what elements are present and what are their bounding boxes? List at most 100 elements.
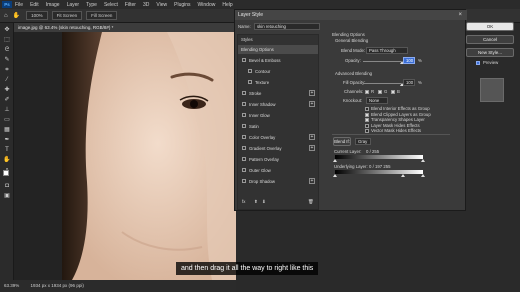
new-style-button[interactable]: New Style... xyxy=(466,48,514,57)
blend-mode-label: Blend Mode: xyxy=(341,48,366,53)
style-checkbox[interactable] xyxy=(242,146,246,150)
style-item-outer-glow[interactable]: Outer Glow xyxy=(238,166,318,175)
ok-button[interactable]: OK xyxy=(466,22,514,31)
add-style-icon[interactable]: + xyxy=(309,145,315,151)
add-style-icon[interactable]: + xyxy=(309,178,315,184)
style-item-inner-glow[interactable]: Inner Glow xyxy=(238,111,318,120)
style-checkbox[interactable] xyxy=(248,69,252,73)
styles-list: Styles Blending Options Bevel & Emboss Con… xyxy=(237,34,319,210)
type-tool-icon[interactable]: T xyxy=(3,147,11,153)
foreground-color-swatch[interactable] xyxy=(3,170,9,176)
fill-screen-button[interactable]: Fill Screen xyxy=(86,11,118,20)
add-style-icon[interactable]: + xyxy=(309,101,315,107)
menu-item-edit[interactable]: Edit xyxy=(30,2,39,8)
quick-mask-icon[interactable]: ◘ xyxy=(3,183,11,189)
current-layer-gradient xyxy=(335,155,423,159)
blend-option-checkbox[interactable] xyxy=(365,129,369,133)
style-item-texture[interactable]: Texture xyxy=(238,78,318,87)
knockout-select[interactable]: None xyxy=(366,97,388,104)
style-checkbox[interactable] xyxy=(242,113,246,117)
close-icon[interactable]: × xyxy=(458,10,462,20)
style-item-satin[interactable]: Satin xyxy=(238,122,318,131)
eraser-tool-icon[interactable]: ▭ xyxy=(3,117,11,123)
style-checkbox[interactable] xyxy=(242,102,246,106)
opacity-input[interactable]: 100 xyxy=(403,57,415,64)
style-item-gradient-overlay[interactable]: Gradient Overlay + xyxy=(238,144,318,153)
underlying-layer-white-slider[interactable] xyxy=(421,174,425,177)
screen-mode-icon[interactable]: ▣ xyxy=(3,193,11,199)
opacity-slider-track[interactable] xyxy=(363,61,401,62)
blend-option-checkbox[interactable] xyxy=(365,112,369,117)
menu-item-plugins[interactable]: Plugins xyxy=(174,2,190,8)
blend-mode-select[interactable]: Pass Through xyxy=(366,47,408,54)
menu-item-layer[interactable]: Layer xyxy=(67,2,80,8)
blend-option-checkbox[interactable] xyxy=(365,107,369,111)
channel-b-checkbox[interactable] xyxy=(391,90,395,94)
style-checkbox[interactable] xyxy=(242,91,246,95)
menu-item-file[interactable]: File xyxy=(15,2,23,8)
gradient-tool-icon[interactable]: ▦ xyxy=(3,127,11,133)
menu-item-select[interactable]: Select xyxy=(104,2,118,8)
pen-tool-icon[interactable]: ✒ xyxy=(3,137,11,143)
channel-r-checkbox[interactable] xyxy=(365,90,369,94)
current-layer-white-slider[interactable] xyxy=(421,159,425,162)
healing-brush-icon[interactable]: ✚ xyxy=(3,87,11,93)
menu-item-view[interactable]: View xyxy=(156,2,167,8)
current-layer-black-slider[interactable] xyxy=(333,159,337,162)
menu-item-type[interactable]: Type xyxy=(86,2,97,8)
blend-option-checkbox[interactable] xyxy=(365,118,369,122)
style-item-bevel-emboss[interactable]: Bevel & Emboss xyxy=(238,56,318,65)
menu-item-help[interactable]: Help xyxy=(222,2,232,8)
crop-tool-icon[interactable]: ⌗ xyxy=(3,67,11,73)
channel-g-checkbox[interactable] xyxy=(378,90,382,94)
fill-opacity-input[interactable]: 100 xyxy=(403,79,415,86)
fit-screen-button[interactable]: Fit Screen xyxy=(51,11,83,20)
down-arrow-icon[interactable]: ⬇ xyxy=(262,199,266,205)
style-checkbox[interactable] xyxy=(242,168,246,172)
style-checkbox[interactable] xyxy=(242,179,246,183)
style-label: Blending Options xyxy=(241,47,274,52)
style-item-contour[interactable]: Contour xyxy=(238,67,318,76)
lasso-tool-icon[interactable]: ᘓ xyxy=(3,47,11,53)
style-item-drop-shadow[interactable]: Drop Shadow + xyxy=(238,177,318,186)
layer-name-field[interactable]: skin retouching xyxy=(254,23,320,30)
hand-icon[interactable]: ✋ xyxy=(3,157,11,163)
trash-icon[interactable]: 🗑 xyxy=(308,199,313,205)
home-icon[interactable]: ⌂ xyxy=(4,13,8,19)
brush-tool-icon[interactable]: ✐ xyxy=(3,97,11,103)
style-checkbox[interactable] xyxy=(242,135,246,139)
style-item-blending-options[interactable]: Blending Options xyxy=(238,45,318,54)
clone-stamp-icon[interactable]: ⊥ xyxy=(3,107,11,113)
fill-opacity-slider-track[interactable] xyxy=(363,83,401,84)
menu-item-image[interactable]: Image xyxy=(46,2,60,8)
add-style-icon[interactable]: + xyxy=(309,90,315,96)
blend-if-tab[interactable]: Blend If: xyxy=(333,137,351,146)
up-arrow-icon[interactable]: ⬆ xyxy=(254,199,258,205)
underlying-layer-black-slider[interactable] xyxy=(333,174,337,177)
menu-item-filter[interactable]: Filter xyxy=(125,2,136,8)
style-item-inner-shadow[interactable]: Inner Shadow + xyxy=(238,100,318,109)
zoom-100-button[interactable]: 100% xyxy=(26,11,48,20)
style-checkbox[interactable] xyxy=(242,157,246,161)
style-checkbox[interactable] xyxy=(248,80,252,84)
style-checkbox[interactable] xyxy=(242,124,246,128)
menu-item-window[interactable]: Window xyxy=(198,2,216,8)
menu-item-3d[interactable]: 3D xyxy=(143,2,149,8)
style-item-pattern-overlay[interactable]: Pattern Overlay xyxy=(238,155,318,164)
style-item-color-overlay[interactable]: Color Overlay + xyxy=(238,133,318,142)
blend-option-checkbox[interactable] xyxy=(365,123,369,128)
dialog-title: Layer Style xyxy=(235,10,467,20)
style-item-stroke[interactable]: Stroke + xyxy=(238,89,318,98)
eyedropper-tool-icon[interactable]: ⁄ xyxy=(3,77,11,83)
blend-if-select[interactable]: Gray xyxy=(355,138,371,145)
preview-checkbox[interactable] xyxy=(476,61,480,65)
underlying-layer-split-slider[interactable] xyxy=(401,174,405,177)
style-checkbox[interactable] xyxy=(242,58,246,62)
add-style-icon[interactable]: + xyxy=(309,134,315,140)
move-tool-icon[interactable]: ✥ xyxy=(3,27,11,33)
fx-icon[interactable]: fx xyxy=(242,199,245,204)
cancel-button[interactable]: Cancel xyxy=(466,35,514,44)
document-tab[interactable]: image.jpg @ 63.4% (skin retouching, RGB/… xyxy=(14,23,236,32)
marquee-tool-icon[interactable]: ⬚ xyxy=(3,37,11,43)
quick-select-tool-icon[interactable]: ✎ xyxy=(3,57,11,63)
